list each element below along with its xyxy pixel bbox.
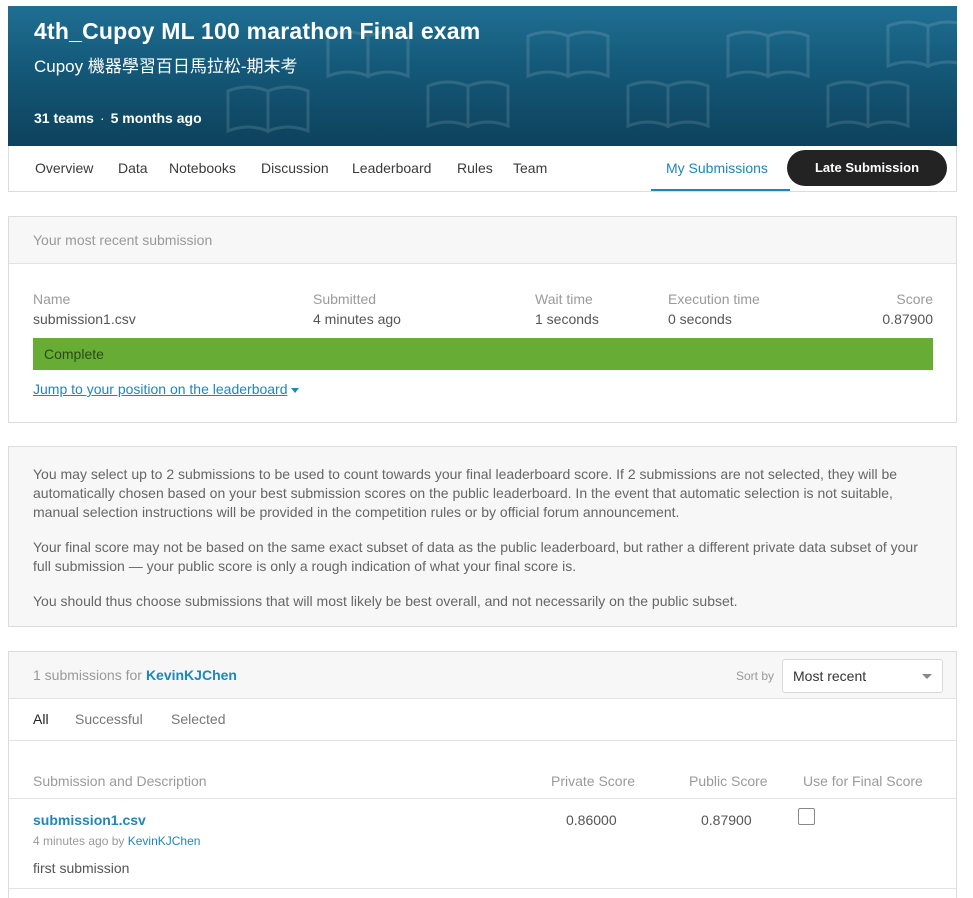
- final-score-info-panel: You may select up to 2 submissions to be…: [8, 446, 957, 627]
- submission-author-link[interactable]: KevinKJChen: [128, 834, 201, 848]
- info-paragraph-3: You should thus choose submissions that …: [33, 593, 738, 609]
- submissions-header: 1 submissions for KevinKJChen Sort by Mos…: [9, 652, 956, 699]
- filter-selected[interactable]: Selected: [171, 711, 225, 727]
- execution-time-label: Execution time: [668, 291, 760, 307]
- tab-team[interactable]: Team: [513, 160, 547, 176]
- submissions-panel: 1 submissions for KevinKJChen Sort by Mos…: [8, 651, 957, 898]
- competition-meta: 31 teams · 5 months ago: [34, 110, 202, 126]
- wait-time: 1 seconds: [535, 311, 599, 327]
- late-submission-button[interactable]: Late Submission: [787, 150, 947, 186]
- sort-select-value: Most recent: [793, 668, 867, 684]
- status-complete-bar: Complete: [33, 338, 933, 370]
- execution-time: 0 seconds: [668, 311, 732, 327]
- submissions-count-label: 1 submissions for: [33, 667, 142, 683]
- tab-my-submissions[interactable]: My Submissions: [666, 160, 768, 176]
- submission-name: submission1.csv: [33, 311, 136, 327]
- submissions-user-link[interactable]: KevinKJChen: [146, 667, 237, 683]
- tab-leaderboard[interactable]: Leaderboard: [352, 160, 431, 176]
- active-tab-indicator: [651, 189, 790, 191]
- jump-to-leaderboard-link[interactable]: Jump to your position on the leaderboard: [33, 381, 299, 397]
- col-submission-description: Submission and Description: [33, 773, 207, 789]
- competition-age: 5 months ago: [110, 110, 202, 126]
- recent-submission-panel: Your most recent submission Name Submitt…: [8, 216, 957, 423]
- sort-by-label: Sort by: [735, 669, 774, 683]
- submission-meta: 4 minutes ago by KevinKJChen: [33, 834, 200, 848]
- info-paragraph-2: Your final score may not be based on the…: [33, 539, 918, 574]
- submission-score: 0.87900: [882, 311, 933, 327]
- submission-time: 4 minutes ago by: [33, 834, 125, 848]
- chevron-down-icon: [922, 674, 932, 679]
- filter-all[interactable]: All: [33, 711, 49, 727]
- meta-separator: ·: [99, 110, 105, 126]
- caret-down-icon: [290, 387, 299, 393]
- col-public-score: Public Score: [689, 773, 768, 789]
- competition-title: 4th_Cupoy ML 100 marathon Final exam: [34, 18, 481, 44]
- info-paragraph-1: You may select up to 2 submissions to be…: [33, 466, 898, 520]
- recent-submission-header: Your most recent submission: [9, 217, 956, 264]
- name-label: Name: [33, 291, 71, 307]
- col-use-for-final: Use for Final Score: [803, 773, 923, 789]
- tab-discussion[interactable]: Discussion: [261, 160, 329, 176]
- sort-select[interactable]: Most recent: [782, 659, 943, 693]
- team-count: 31 teams: [34, 110, 94, 126]
- col-private-score: Private Score: [551, 773, 636, 789]
- tab-data[interactable]: Data: [118, 160, 148, 176]
- competition-nav: Overview Data Notebooks Discussion Leade…: [8, 146, 957, 192]
- competition-subtitle: Cupoy 機器學習百日馬拉松-期末考: [34, 57, 298, 76]
- wait-time-label: Wait time: [535, 291, 593, 307]
- tab-overview[interactable]: Overview: [35, 160, 93, 176]
- submissions-table-header: Submission and Description Private Score…: [9, 741, 956, 799]
- jump-link-label: Jump to your position on the leaderboard: [33, 381, 288, 397]
- use-for-final-checkbox[interactable]: [798, 808, 815, 825]
- tab-rules[interactable]: Rules: [457, 160, 493, 176]
- filter-successful[interactable]: Successful: [75, 711, 143, 727]
- table-row: submission1.csv 4 minutes ago by KevinKJ…: [9, 799, 956, 889]
- private-score: 0.86000: [566, 812, 617, 828]
- public-score: 0.87900: [701, 812, 752, 828]
- submissions-count: 1 submissions for KevinKJChen: [33, 667, 237, 683]
- competition-header: 4th_Cupoy ML 100 marathon Final exam Cup…: [8, 6, 957, 146]
- submission-description: first submission: [33, 860, 130, 876]
- submission-file-link[interactable]: submission1.csv: [33, 812, 146, 828]
- tab-notebooks[interactable]: Notebooks: [169, 160, 236, 176]
- submission-filters: All Successful Selected: [9, 699, 956, 741]
- submitted-time: 4 minutes ago: [313, 311, 401, 327]
- submitted-label: Submitted: [313, 291, 377, 307]
- score-label: Score: [896, 291, 933, 307]
